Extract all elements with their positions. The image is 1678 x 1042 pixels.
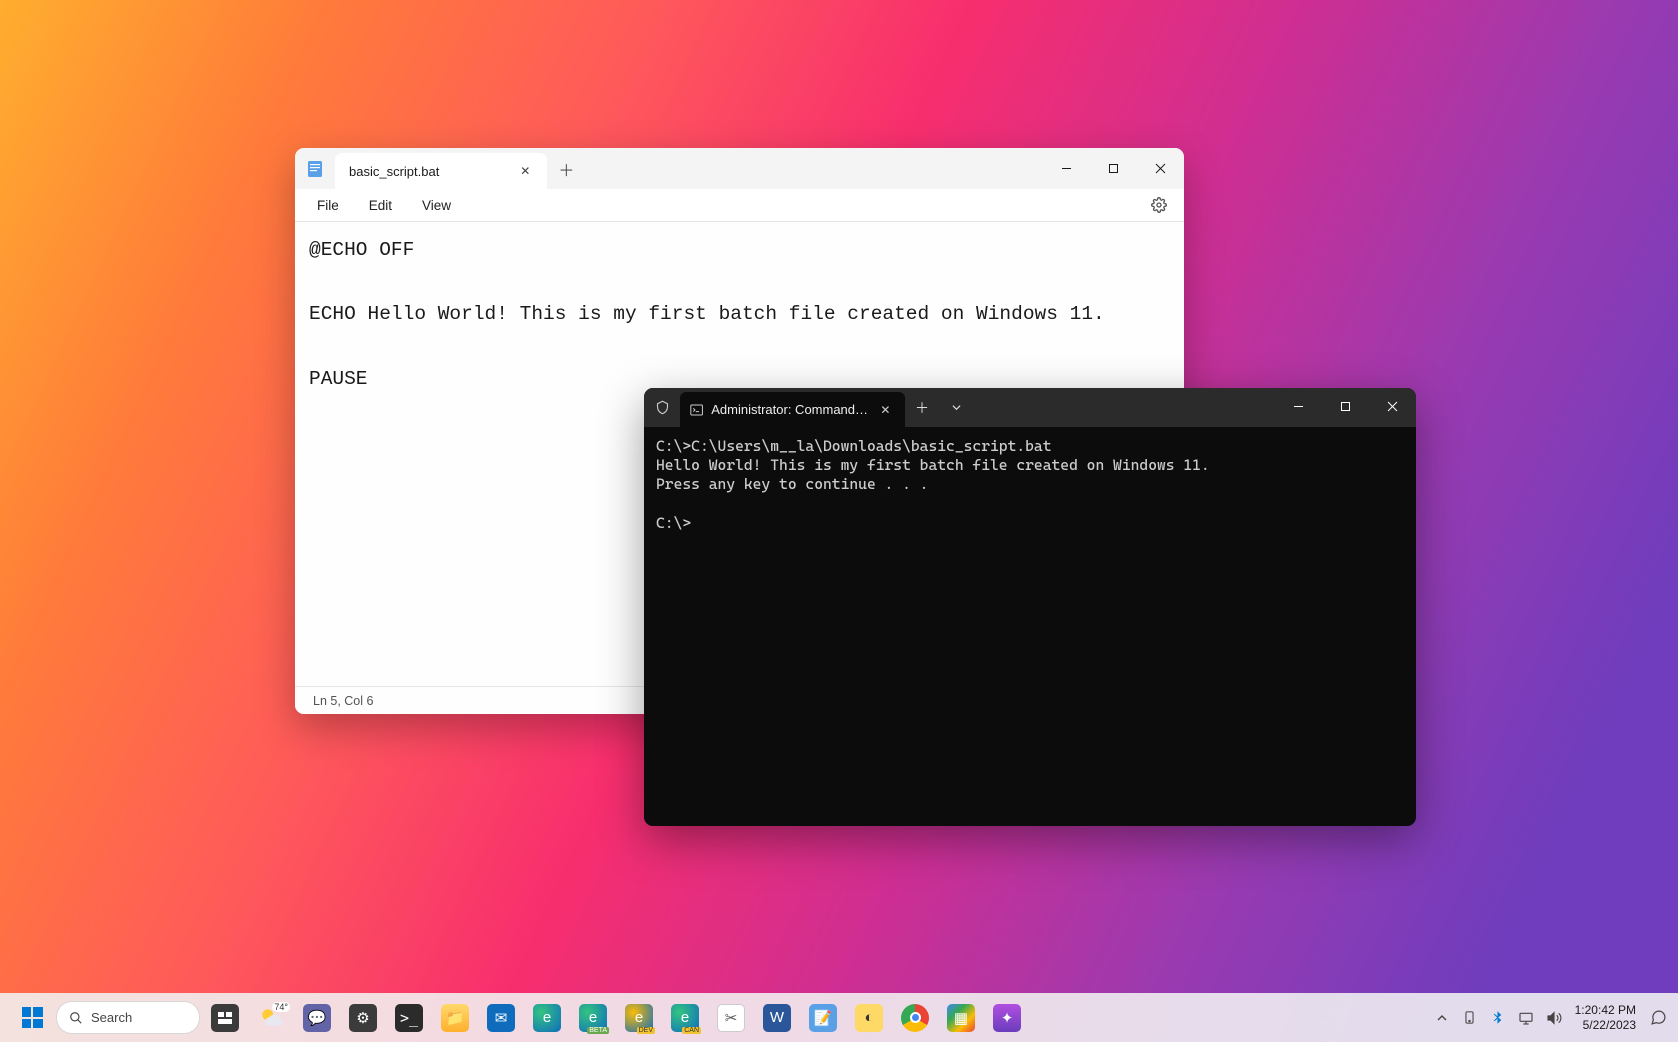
terminal-window-controls [1275,388,1416,427]
notepad-maximize-button[interactable] [1090,148,1137,189]
tray-bluetooth-icon[interactable] [1485,998,1511,1038]
taskbar-app-notepad[interactable]: 📝 [802,997,844,1039]
taskbar-app-generic-1[interactable]: ◐ [848,997,890,1039]
taskbar-app-chat[interactable]: 💬 [296,997,338,1039]
windows-logo-icon [22,1007,43,1028]
notepad-app-icon [295,148,335,189]
weather-temp: 74° [272,1002,290,1012]
taskbar-app-generic-2[interactable]: ▦ [940,997,982,1039]
terminal-maximize-button[interactable] [1322,388,1369,427]
notepad-tab-title: basic_script.bat [349,164,439,179]
taskbar-app-edge-canary[interactable]: eCAN [664,997,706,1039]
terminal-titlebar-drag-area[interactable] [973,388,1275,427]
clock-date: 5/22/2023 [1575,1018,1636,1033]
terminal-minimize-button[interactable] [1275,388,1322,427]
terminal-tab[interactable]: Administrator: Command Pro ✕ [680,392,905,427]
terminal-tab-close-button[interactable]: ✕ [878,402,893,418]
taskbar-weather[interactable]: 74° [250,997,292,1039]
taskbar-app-outlook[interactable]: ✉ [480,997,522,1039]
terminal-window: Administrator: Command Pro ✕ ＋ C:\>C:\Us… [644,388,1416,826]
notepad-cursor-position: Ln 5, Col 6 [313,694,373,708]
start-button[interactable] [12,998,52,1038]
notepad-titlebar-drag-area[interactable] [585,148,1043,189]
terminal-output[interactable]: C:\>C:\Users\m__la\Downloads\basic_scrip… [644,427,1416,826]
taskbar-app-settings[interactable]: ⚙ [342,997,384,1039]
notepad-window-controls [1043,148,1184,189]
terminal-tab-title: Administrator: Command Pro [711,402,870,417]
notepad-tab-close-button[interactable]: ✕ [517,163,533,179]
taskbar-app-word[interactable]: W [756,997,798,1039]
notepad-close-button[interactable] [1137,148,1184,189]
notepad-menu-edit[interactable]: Edit [357,194,404,217]
taskbar-app-edge[interactable]: e [526,997,568,1039]
tray-network-icon[interactable] [1513,998,1539,1038]
terminal-titlebar[interactable]: Administrator: Command Pro ✕ ＋ [644,388,1416,427]
notepad-new-tab-button[interactable]: ＋ [547,148,585,189]
tray-volume-icon[interactable] [1541,998,1567,1038]
taskbar-app-edge-beta[interactable]: eBETA [572,997,614,1039]
taskbar-search-label: Search [91,1010,132,1025]
terminal-icon [690,403,703,417]
taskbar-clock[interactable]: 1:20:42 PM 5/22/2023 [1569,1003,1642,1033]
taskbar-app-terminal[interactable]: >_ [388,997,430,1039]
taskbar-system-tray: 1:20:42 PM 5/22/2023 [1429,998,1678,1038]
tray-onedrive-icon[interactable] [1457,998,1483,1038]
clock-time: 1:20:42 PM [1575,1003,1636,1018]
notepad-menu-view[interactable]: View [410,194,463,217]
search-icon [69,1011,83,1025]
admin-shield-icon [644,388,680,427]
taskbar-app-edge-dev[interactable]: eDEV [618,997,660,1039]
taskbar-app-snipping-tool[interactable]: ✂ [710,997,752,1039]
notepad-menubar: File Edit View [295,189,1184,222]
taskbar-app-chrome[interactable] [894,997,936,1039]
notepad-menu-file[interactable]: File [305,194,351,217]
terminal-tab-dropdown-button[interactable] [939,388,973,427]
tray-overflow-button[interactable] [1429,998,1455,1038]
taskbar-task-view[interactable] [204,997,246,1039]
notepad-minimize-button[interactable] [1043,148,1090,189]
taskbar-app-generic-3[interactable]: ✦ [986,997,1028,1039]
taskbar-notifications-button[interactable] [1644,998,1672,1038]
taskbar-app-file-explorer[interactable]: 📁 [434,997,476,1039]
notepad-titlebar[interactable]: basic_script.bat ✕ ＋ [295,148,1184,189]
terminal-close-button[interactable] [1369,388,1416,427]
taskbar-left-group: Search 74° 💬 ⚙ >_ 📁 ✉ e eBETA eDEV eCAN … [0,997,1028,1039]
notepad-tab[interactable]: basic_script.bat ✕ [335,153,547,189]
taskbar-search-box[interactable]: Search [56,1001,200,1034]
taskbar: Search 74° 💬 ⚙ >_ 📁 ✉ e eBETA eDEV eCAN … [0,993,1678,1042]
notepad-settings-button[interactable] [1144,190,1174,220]
terminal-new-tab-button[interactable]: ＋ [905,388,939,427]
